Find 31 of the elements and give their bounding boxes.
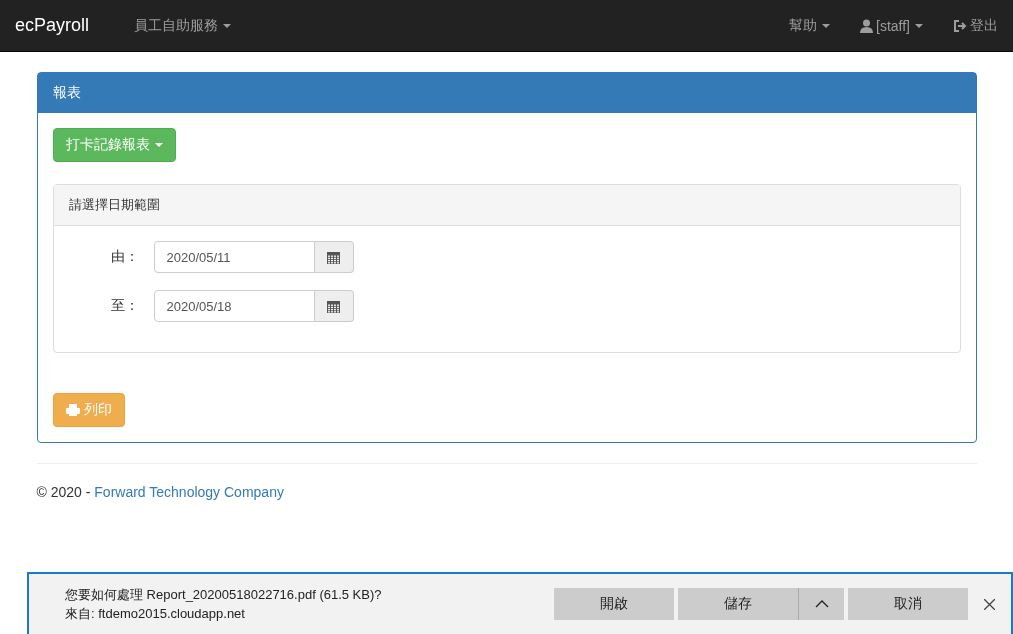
open-button[interactable]: 開啟: [554, 588, 674, 620]
user-icon: [860, 18, 873, 33]
calendar-icon: [327, 299, 340, 313]
download-source: 來自: ftdemo2015.cloudapp.net: [65, 605, 246, 623]
user-menu[interactable]: [staff]: [845, 17, 938, 34]
cancel-button[interactable]: 取消: [848, 588, 968, 620]
chevron-up-icon: [814, 600, 829, 608]
help-menu[interactable]: 幫助: [774, 16, 845, 35]
field-label: 至：: [109, 297, 140, 315]
caret-icon: [154, 143, 163, 147]
company-link[interactable]: Forward Technology Company: [94, 484, 284, 500]
logout-link[interactable]: 登出: [938, 16, 998, 35]
date-input[interactable]: 2020/05/11: [153, 241, 315, 273]
calendar-button[interactable]: [314, 290, 354, 322]
date-input[interactable]: 2020/05/18: [153, 290, 315, 322]
save-button[interactable]: 儲存: [678, 588, 798, 620]
calendar-button[interactable]: [314, 241, 354, 273]
caret-icon: [822, 23, 830, 28]
brand-logo[interactable]: ecPayroll: [15, 15, 90, 36]
download-question: 您要如何處理 Report_20200518022716.pdf (61.5 KB)?: [65, 586, 383, 604]
close-icon: [984, 598, 995, 610]
calendar-icon: [327, 250, 340, 264]
footer-text: © 2020 - Forward Technology Company: [36, 484, 285, 500]
field-label: 由：: [109, 248, 140, 266]
panel-heading: 請選擇日期範圍: [53, 185, 960, 226]
caret-icon: [915, 23, 923, 28]
logout-icon: [953, 19, 967, 32]
nav-menu[interactable]: 員工自助服務: [119, 16, 247, 35]
caret-icon: [223, 23, 232, 28]
panel-heading: 報表: [37, 73, 976, 113]
printer-icon: [65, 404, 80, 416]
